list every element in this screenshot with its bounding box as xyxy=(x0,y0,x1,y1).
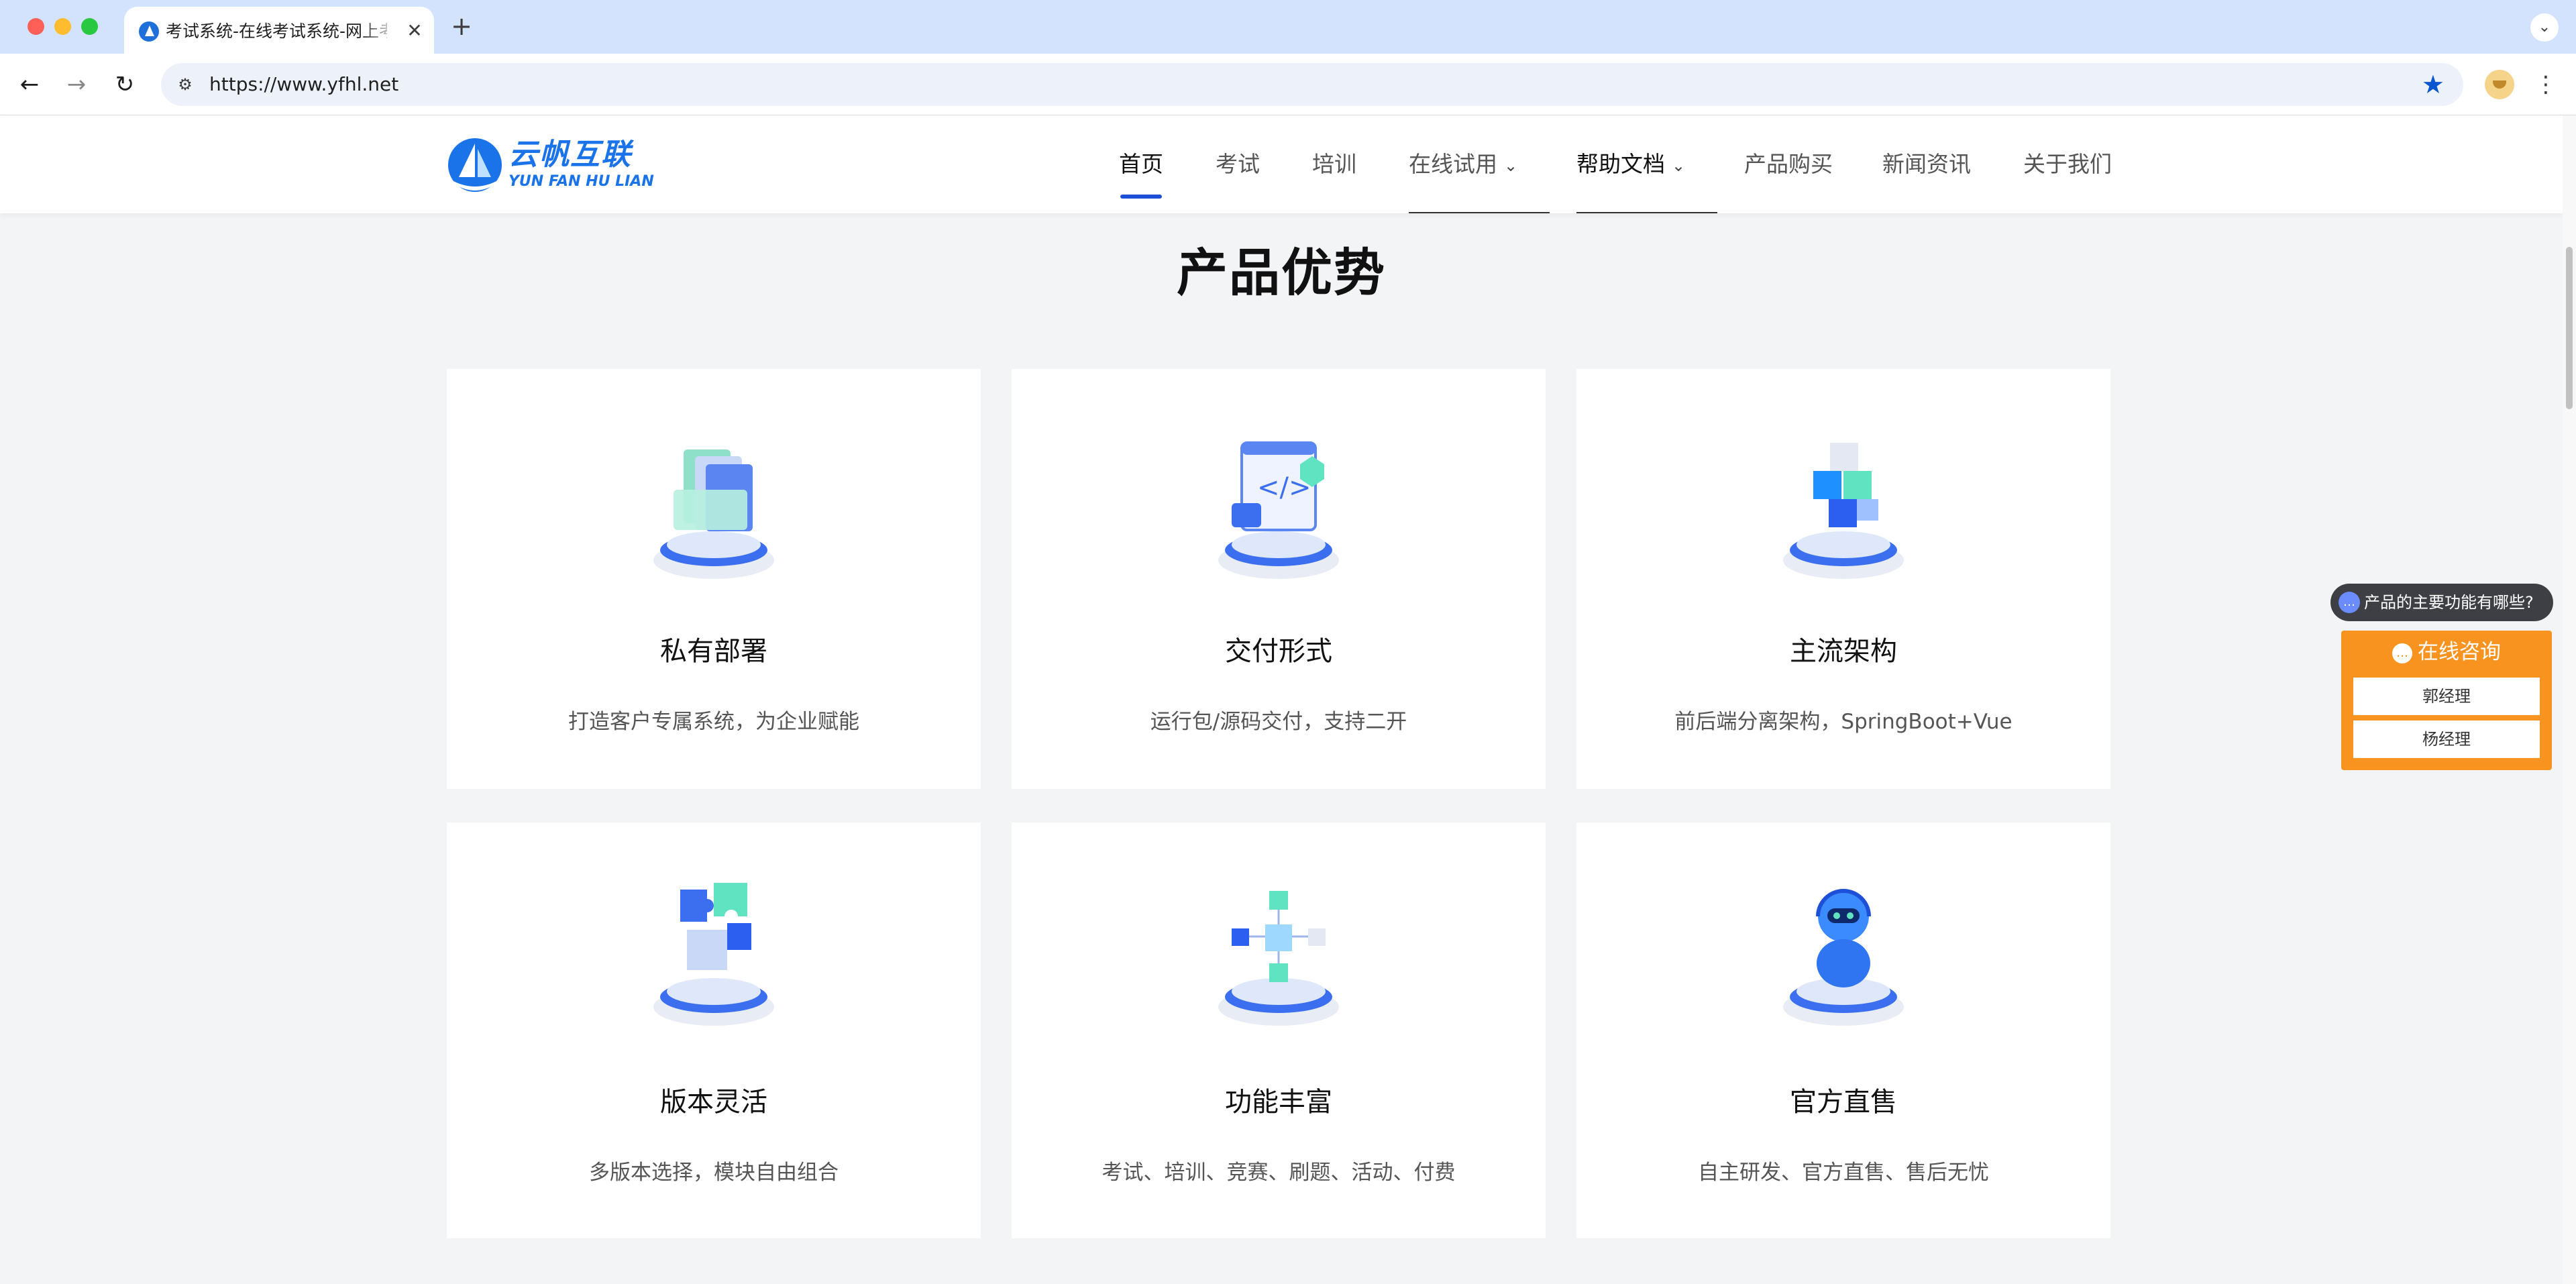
consult-title: 在线咨询 xyxy=(2418,640,2501,664)
close-tab-icon[interactable]: ✕ xyxy=(402,19,427,43)
browser-toolbar: ← → ↻ ⚙ https://www.yfhl.net ★ ⋮ xyxy=(0,54,2576,115)
nav-active-indicator xyxy=(1120,195,1162,199)
nav-online-trial[interactable]: 在线试用 ⌄ xyxy=(1409,115,1517,213)
page-scrollbar[interactable] xyxy=(2563,115,2576,1284)
forward-arrow-icon[interactable]: → xyxy=(60,68,93,101)
nav-training[interactable]: 培训 xyxy=(1312,115,1356,213)
feature-card[interactable]: 主流架构 前后端分离架构，SpringBoot+Vue xyxy=(1576,369,2110,789)
address-bar[interactable]: ⚙ https://www.yfhl.net ★ xyxy=(161,63,2463,106)
puzzle-illustration-icon xyxy=(653,883,774,1026)
window-minimize-button[interactable] xyxy=(54,18,71,35)
consult-header[interactable]: … 在线咨询 xyxy=(2341,639,2552,665)
message-icon: … xyxy=(2392,643,2412,663)
nav-online-trial-label: 在线试用 xyxy=(1409,151,1497,177)
consult-contact-1[interactable]: 郭经理 xyxy=(2353,678,2540,715)
folders-illustration-icon xyxy=(653,449,774,579)
nav-exam[interactable]: 考试 xyxy=(1216,115,1260,213)
browser-tab-strip: 考试系统-在线考试系统-网上考试系统 ✕ + ⌄ xyxy=(0,0,2576,54)
feature-card[interactable]: </> 交付形式 运行包/源码交付，支持二开 xyxy=(1012,369,1546,789)
chevron-down-icon: ⌄ xyxy=(1504,156,1518,175)
new-tab-plus-icon[interactable]: + xyxy=(447,12,476,42)
cubes-illustration-icon xyxy=(1783,443,1904,579)
feature-card-title: 交付形式 xyxy=(1225,636,1332,667)
sailboat-logo-icon xyxy=(448,138,502,192)
chat-hint-bubble[interactable]: … 产品的主要功能有哪些? xyxy=(2330,584,2553,621)
nav-purchase[interactable]: 产品购买 xyxy=(1744,115,1833,213)
tab-title: 考试系统-在线考试系统-网上考试系统 xyxy=(166,21,387,41)
feature-card-title: 版本灵活 xyxy=(660,1087,767,1118)
chat-hint-text: 产品的主要功能有哪些? xyxy=(2364,593,2534,612)
window-close-button[interactable] xyxy=(28,18,44,35)
feature-card-title: 私有部署 xyxy=(660,636,767,667)
logo-english-text: YUN FAN HU LIAN xyxy=(508,173,654,190)
feature-card-desc: 运行包/源码交付，支持二开 xyxy=(1150,710,1407,734)
logo-chinese-text: 云帆互联 xyxy=(508,138,632,172)
section-title: 产品优势 xyxy=(1177,243,1386,303)
nav-help-docs-label: 帮助文档 xyxy=(1576,151,1665,177)
reload-icon[interactable]: ↻ xyxy=(109,68,141,101)
chevron-down-icon: ⌄ xyxy=(1672,156,1686,175)
feature-card-desc: 多版本选择，模块自由组合 xyxy=(589,1161,839,1185)
robot-illustration-icon xyxy=(1783,889,1904,1026)
feature-card-title: 主流架构 xyxy=(1790,636,1897,667)
profile-avatar[interactable] xyxy=(2485,70,2514,99)
feature-card-desc: 自主研发、官方直售、售后无忧 xyxy=(1698,1161,1989,1185)
bookmark-star-icon[interactable]: ★ xyxy=(2422,70,2445,99)
feature-card-title: 功能丰富 xyxy=(1225,1087,1332,1118)
browser-tab-active[interactable]: 考试系统-在线考试系统-网上考试系统 ✕ xyxy=(124,7,434,54)
site-favicon-icon xyxy=(139,21,159,42)
site-info-icon[interactable]: ⚙ xyxy=(173,72,197,97)
feature-card[interactable]: 功能丰富 考试、培训、竞赛、刷题、活动、付费 xyxy=(1012,822,1546,1238)
tab-search-chevron-icon[interactable]: ⌄ xyxy=(2530,13,2559,42)
feature-card[interactable]: 官方直售 自主研发、官方直售、售后无忧 xyxy=(1576,822,2110,1238)
window-maximize-button[interactable] xyxy=(81,18,98,35)
scrollbar-thumb[interactable] xyxy=(2566,247,2573,409)
chat-icon: … xyxy=(2339,592,2360,613)
code-window-illustration-icon: </> xyxy=(1218,441,1339,579)
network-cubes-illustration-icon xyxy=(1218,891,1339,1026)
nav-help-docs[interactable]: 帮助文档 ⌄ xyxy=(1576,115,1685,213)
browser-menu-icon[interactable]: ⋮ xyxy=(2532,68,2559,101)
nav-home[interactable]: 首页 xyxy=(1119,115,1163,213)
nav-trial-underline xyxy=(1409,212,1550,213)
nav-news[interactable]: 新闻资讯 xyxy=(1882,115,1971,213)
site-logo[interactable]: 云帆互联 YUN FAN HU LIAN xyxy=(447,136,654,195)
feature-card[interactable]: 版本灵活 多版本选择，模块自由组合 xyxy=(447,822,981,1238)
online-consult-panel: … 在线咨询 郭经理 杨经理 xyxy=(2341,631,2552,770)
url-text[interactable]: https://www.yfhl.net xyxy=(209,73,398,96)
feature-card-desc: 考试、培训、竞赛、刷题、活动、付费 xyxy=(1102,1161,1456,1185)
site-header: 云帆互联 YUN FAN HU LIAN 首页 考试 培训 在线试用 ⌄ 帮助文档… xyxy=(0,115,2563,213)
feature-card-desc: 前后端分离架构，SpringBoot+Vue xyxy=(1674,710,2012,734)
feature-card-desc: 打造客户专属系统，为企业赋能 xyxy=(568,710,859,734)
feature-card[interactable]: 私有部署 打造客户专属系统，为企业赋能 xyxy=(447,369,981,789)
nav-help-underline xyxy=(1576,212,1717,213)
consult-contact-2[interactable]: 杨经理 xyxy=(2353,720,2540,758)
feature-card-title: 官方直售 xyxy=(1790,1087,1897,1118)
nav-about[interactable]: 关于我们 xyxy=(2023,115,2112,213)
tab-title-fade xyxy=(359,19,399,43)
back-arrow-icon[interactable]: ← xyxy=(13,68,46,101)
